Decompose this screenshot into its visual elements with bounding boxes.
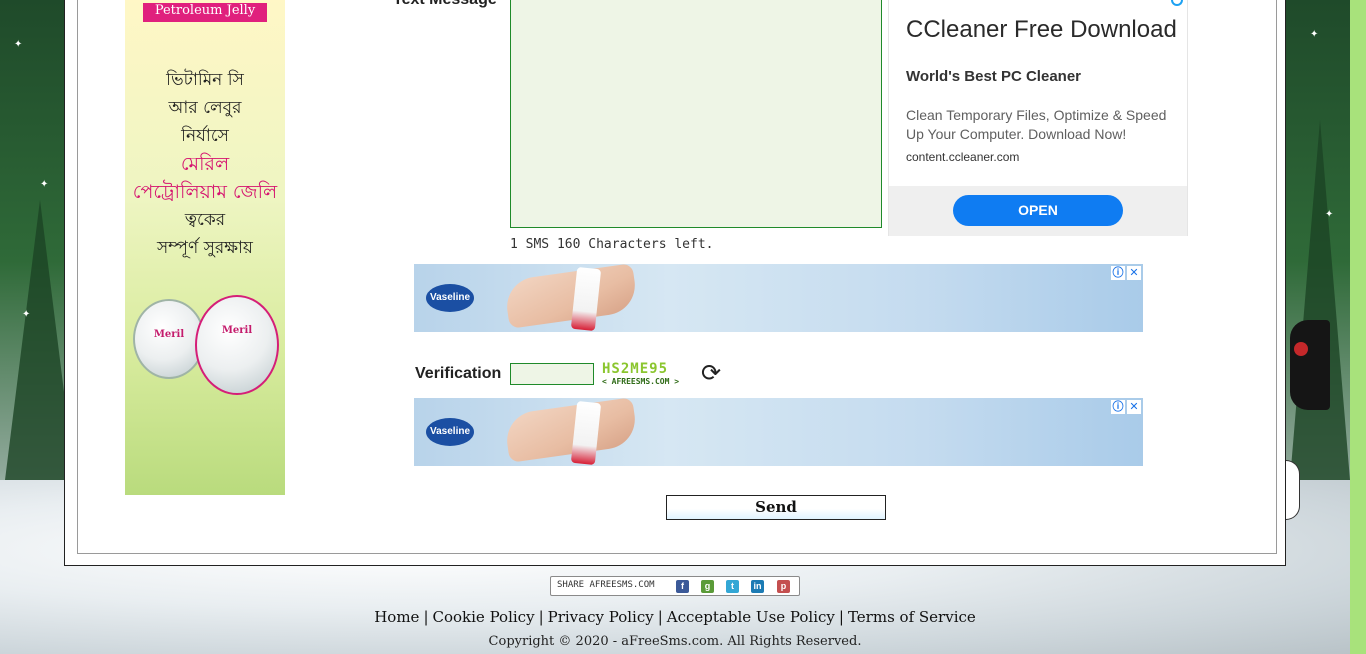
sparkle-icon: ✦ bbox=[40, 179, 49, 190]
footer-nav: Home | Cookie Policy | Privacy Policy | Accept… bbox=[0, 608, 1350, 626]
ad-line: আর লেবুর bbox=[168, 98, 242, 118]
ad-close-icon[interactable]: ✕ bbox=[1127, 266, 1141, 280]
background-tree-right bbox=[1290, 120, 1350, 480]
ad-line: ত্বকের bbox=[184, 210, 226, 230]
vaseline-logo: Vaseline bbox=[426, 284, 474, 312]
ad-open-button[interactable]: OPEN bbox=[953, 195, 1123, 226]
product-jar-image: Meril bbox=[133, 299, 205, 379]
ad-tag: Petroleum Jelly bbox=[142, 3, 268, 22]
ad-subtitle: World's Best PC Cleaner bbox=[906, 68, 1082, 85]
captcha-image: HS2ME95 < AFREESMS.COM > bbox=[602, 362, 692, 388]
footer-link-privacy-policy[interactable]: Privacy Policy bbox=[548, 608, 654, 626]
ccleaner-advertisement[interactable]: CCleaner Free Download World's Best PC C… bbox=[888, 0, 1188, 236]
sparkle-icon: ✦ bbox=[1310, 29, 1319, 40]
ad-brand-line: মেরিল bbox=[180, 153, 230, 175]
sparkle-icon: ✦ bbox=[22, 309, 31, 320]
product-jar-image: Meril bbox=[195, 295, 279, 395]
captcha-code: HS2ME95 bbox=[602, 361, 669, 377]
linkedin-icon[interactable]: in bbox=[751, 580, 764, 593]
footer-link-home[interactable]: Home bbox=[374, 608, 419, 626]
character-counter: 1 SMS 160 Characters left. bbox=[510, 237, 714, 252]
ad-controls: ⓘ ✕ bbox=[1111, 400, 1141, 414]
copyright-text: Copyright © 2020 - aFreeSms.com. All Rig… bbox=[488, 634, 862, 649]
lotion-tube-image bbox=[570, 266, 602, 332]
ad-text-block: ভিটামিন সি আর লেবুর নির্যাসে মেরিল পেট্র… bbox=[125, 66, 285, 262]
vaseline-logo: Vaseline bbox=[426, 418, 474, 446]
twitter-icon[interactable]: t bbox=[726, 580, 739, 593]
page-scrollbar-track[interactable] bbox=[1350, 0, 1366, 654]
jar-label: Meril bbox=[153, 329, 185, 340]
verification-input[interactable] bbox=[510, 363, 594, 385]
footer-link-terms[interactable]: Terms of Service bbox=[848, 608, 976, 626]
footer-link-acceptable-use[interactable]: Acceptable Use Policy bbox=[667, 608, 835, 626]
ad-description: Clean Temporary Files, Optimize & Speed … bbox=[906, 107, 1167, 142]
separator: | bbox=[838, 608, 844, 626]
ad-line: নির্যাসে bbox=[181, 126, 229, 146]
main-panel: Petroleum Jelly ভিটামিন সি আর লেবুর নির্… bbox=[64, 0, 1286, 566]
penguin-decoration bbox=[1290, 320, 1330, 410]
text-message-label: Text Message bbox=[393, 0, 497, 9]
sparkle-icon: ✦ bbox=[1325, 209, 1334, 220]
sparkle-icon: ✦ bbox=[14, 39, 23, 50]
refresh-captcha-icon[interactable]: ⟳ bbox=[697, 359, 725, 387]
ad-brand-line: পেট্রোলিয়াম জেলি bbox=[132, 181, 278, 203]
pinterest-icon[interactable]: p bbox=[777, 580, 790, 593]
verification-label: Verification bbox=[415, 365, 502, 382]
ad-url[interactable]: content.ccleaner.com bbox=[906, 150, 1019, 164]
send-button[interactable]: Send bbox=[666, 495, 886, 520]
jar-label: Meril bbox=[221, 325, 253, 336]
adchoices-icon[interactable] bbox=[1171, 0, 1183, 6]
ad-line: ভিটামিন সি bbox=[166, 70, 244, 90]
share-label: SHARE AFREESMS.COM bbox=[557, 580, 655, 590]
separator: | bbox=[657, 608, 663, 626]
snowman-decoration bbox=[1286, 460, 1300, 520]
vaseline-banner-ad[interactable]: Vaseline ⓘ ✕ bbox=[414, 398, 1143, 466]
footer-link-cookie-policy[interactable]: Cookie Policy bbox=[433, 608, 535, 626]
separator: | bbox=[538, 608, 544, 626]
ad-info-icon[interactable]: ⓘ bbox=[1111, 400, 1125, 414]
lotion-tube-image bbox=[570, 400, 602, 466]
share-bar[interactable]: SHARE AFREESMS.COM f g t in p bbox=[550, 576, 800, 596]
ad-info-icon[interactable]: ⓘ bbox=[1111, 266, 1125, 280]
facebook-icon[interactable]: f bbox=[676, 580, 689, 593]
vaseline-banner-ad[interactable]: Vaseline ⓘ ✕ bbox=[414, 264, 1143, 332]
ad-line: সম্পূর্ণ সুরক্ষায় bbox=[157, 238, 253, 258]
separator: | bbox=[423, 608, 429, 626]
ad-title[interactable]: CCleaner Free Download bbox=[906, 16, 1177, 44]
message-textarea[interactable] bbox=[510, 0, 882, 228]
side-advertisement[interactable]: Petroleum Jelly ভিটামিন সি আর লেবুর নির্… bbox=[125, 0, 285, 495]
google-icon[interactable]: g bbox=[701, 580, 714, 593]
ad-controls: ⓘ ✕ bbox=[1111, 266, 1141, 280]
captcha-site: < AFREESMS.COM > bbox=[602, 377, 680, 386]
ad-close-icon[interactable]: ✕ bbox=[1127, 400, 1141, 414]
